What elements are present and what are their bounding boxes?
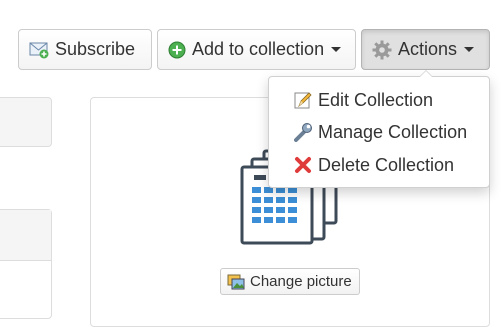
chevron-down-icon	[464, 47, 475, 52]
menu-item-manage-collection[interactable]: Manage Collection	[293, 119, 467, 145]
subscribe-button[interactable]: Subscribe	[18, 29, 152, 70]
menu-item-label: Manage Collection	[318, 121, 468, 142]
add-to-collection-label: Add to collection	[192, 39, 325, 59]
pencil-edit-icon	[293, 90, 313, 110]
envelope-plus-icon	[29, 41, 49, 59]
add-to-collection-button[interactable]: Add to collection	[157, 29, 356, 70]
gear-icon	[372, 40, 392, 60]
side-panel-bottom	[0, 209, 52, 319]
change-picture-label: Change picture	[250, 273, 352, 290]
menu-item-label: Edit Collection	[318, 89, 434, 110]
actions-label: Actions	[398, 39, 458, 59]
side-panel-bottom-header	[0, 210, 51, 261]
pictures-icon	[227, 274, 245, 290]
chevron-down-icon	[331, 47, 342, 52]
menu-item-delete-collection[interactable]: Delete Collection	[293, 152, 454, 178]
wrench-icon	[293, 122, 313, 142]
red-x-delete-icon	[293, 155, 313, 175]
side-panel-top	[0, 97, 52, 147]
actions-button[interactable]: Actions	[361, 29, 490, 70]
menu-item-edit-collection[interactable]: Edit Collection	[293, 87, 433, 113]
menu-item-label: Delete Collection	[318, 154, 455, 175]
subscribe-label: Subscribe	[55, 39, 136, 59]
actions-dropdown-menu: Edit Collection Manage Collection Delete…	[268, 70, 490, 188]
green-plus-circle-icon	[168, 41, 186, 59]
change-picture-button[interactable]: Change picture	[220, 268, 360, 295]
